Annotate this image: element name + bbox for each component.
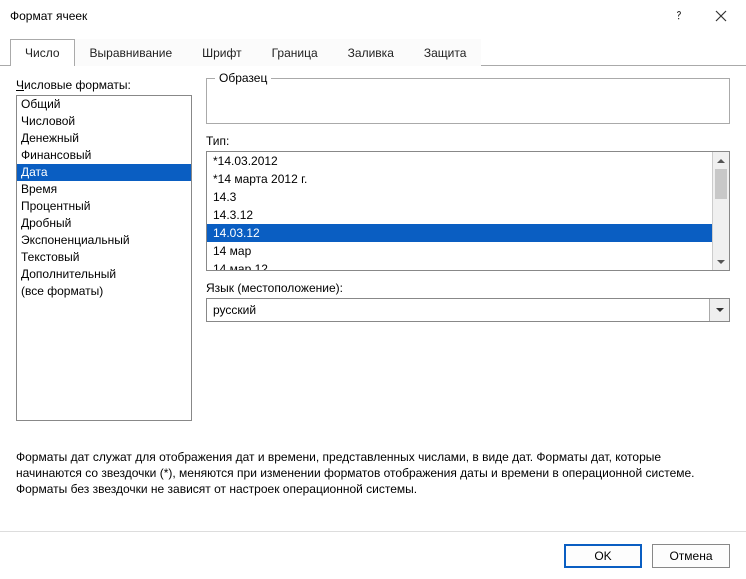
description-text: Форматы дат служат для отображения дат и… [16,449,730,497]
locale-combobox[interactable]: русский [206,298,730,322]
scrollbar[interactable] [712,152,729,270]
list-item[interactable]: 14 мар 12 [207,260,712,270]
close-button[interactable] [700,2,742,30]
list-item[interactable]: (все форматы) [17,283,191,300]
tab-alignment[interactable]: Выравнивание [75,39,188,66]
scroll-up-button[interactable] [713,152,729,169]
tab-fill[interactable]: Заливка [333,39,409,66]
scrollbar-track[interactable] [713,169,729,253]
list-item[interactable]: Дробный [17,215,191,232]
type-listbox[interactable]: *14.03.2012 *14 марта 2012 г. 14.3 14.3.… [206,151,730,271]
dialog-title: Формат ячеек [10,9,658,23]
list-item[interactable]: 14 мар [207,242,712,260]
chevron-down-icon [716,306,724,314]
list-item[interactable]: 14.3 [207,188,712,206]
tab-border[interactable]: Граница [257,39,333,66]
list-item[interactable]: Процентный [17,198,191,215]
chevron-down-icon [717,258,725,266]
list-item[interactable]: Финансовый [17,147,191,164]
list-item[interactable]: 14.3.12 [207,206,712,224]
help-icon [673,10,685,22]
scroll-down-button[interactable] [713,253,729,270]
list-item[interactable]: Денежный [17,130,191,147]
tab-protection[interactable]: Защита [409,39,482,66]
list-item[interactable]: Общий [17,96,191,113]
list-item[interactable]: Дополнительный [17,266,191,283]
list-item[interactable]: *14.03.2012 [207,152,712,170]
tab-font[interactable]: Шрифт [187,39,256,66]
list-item[interactable]: Текстовый [17,249,191,266]
locale-value: русский [207,303,709,317]
chevron-up-icon [717,157,725,165]
help-button[interactable] [658,2,700,30]
tab-bar: Число Выравнивание Шрифт Граница Заливка… [0,38,746,66]
titlebar: Формат ячеек [0,0,746,32]
list-item[interactable]: Числовой [17,113,191,130]
category-label: Числовые форматы: [16,78,192,92]
sample-label: Образец [215,71,271,85]
list-item[interactable]: Время [17,181,191,198]
close-icon [715,10,727,22]
scrollbar-thumb[interactable] [715,169,727,199]
list-item[interactable]: Дата [17,164,191,181]
locale-label: Язык (местоположение): [206,281,730,295]
dropdown-button[interactable] [709,299,729,321]
list-item[interactable]: 14.03.12 [207,224,712,242]
dialog-footer: OK Отмена [0,531,746,579]
cancel-button[interactable]: Отмена [652,544,730,568]
ok-button[interactable]: OK [564,544,642,568]
type-label: Тип: [206,134,730,148]
list-item[interactable]: Экспоненциальный [17,232,191,249]
category-listbox[interactable]: Общий Числовой Денежный Финансовый Дата … [16,95,192,421]
list-item[interactable]: *14 марта 2012 г. [207,170,712,188]
tab-number[interactable]: Число [10,39,75,66]
sample-box: Образец [206,78,730,124]
